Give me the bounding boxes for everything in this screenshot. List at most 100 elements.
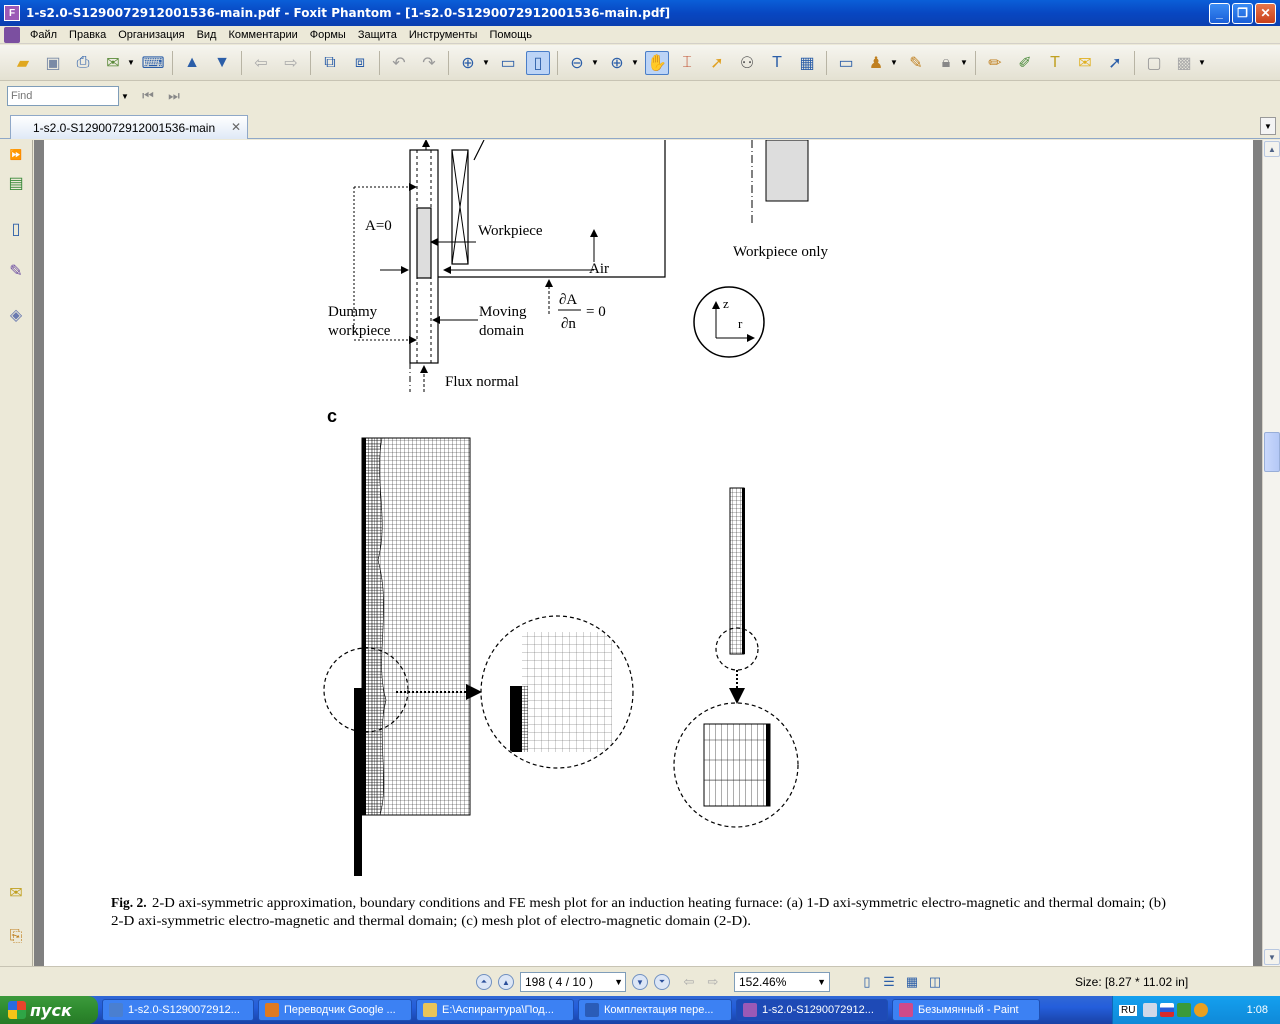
binoculars-icon[interactable]: ⚇	[735, 51, 759, 75]
zoom-in-dropdown-icon[interactable]: ▼	[630, 51, 640, 75]
hand-tool-icon[interactable]: ✋	[645, 50, 669, 75]
page-dropdown-icon[interactable]: ▼	[614, 977, 623, 987]
undo-icon[interactable]: ↶	[387, 51, 411, 75]
pointer-icon[interactable]: ➚	[705, 51, 729, 75]
back-view-icon[interactable]: ⇦	[680, 973, 698, 991]
minimize-button[interactable]: _	[1209, 2, 1230, 24]
tab-close-icon[interactable]: ✕	[231, 120, 241, 134]
close-button[interactable]: ✕	[1255, 2, 1276, 24]
insert-pages-icon[interactable]: ⧈	[348, 51, 372, 75]
menu-file[interactable]: Файл	[24, 29, 63, 41]
attachments-icon[interactable]: ⎘	[5, 924, 27, 950]
forward-arrow-icon[interactable]: ⇨	[279, 51, 303, 75]
signal-icon[interactable]	[1177, 1003, 1192, 1017]
page-thumbnails-icon[interactable]: ▯	[5, 216, 27, 242]
restore-button[interactable]: ❐	[1232, 2, 1253, 24]
menu-edit[interactable]: Правка	[63, 29, 112, 41]
start-button[interactable]: пуск	[0, 996, 98, 1024]
extract-pages-icon[interactable]: ⧉	[318, 51, 342, 75]
stamp-icon[interactable]: ♟	[864, 51, 888, 75]
vertical-scrollbar[interactable]: ▲ ▼	[1262, 140, 1280, 966]
next-page-status-icon[interactable]: ▼	[632, 974, 648, 990]
pattern-dropdown-icon[interactable]: ▼	[1197, 51, 1207, 75]
previous-page-status-icon[interactable]: ▲	[498, 974, 514, 990]
expand-pane-icon[interactable]: ⏩	[5, 142, 27, 168]
zoom-tool-dropdown-icon[interactable]: ▼	[481, 51, 491, 75]
continuous-view-icon[interactable]: ☰	[880, 973, 898, 991]
menu-protect[interactable]: Защита	[352, 29, 403, 41]
text-box-icon[interactable]: T	[1043, 51, 1067, 75]
russian-flag-icon[interactable]	[1160, 1003, 1175, 1017]
taskbar-item-active[interactable]: 1-s2.0-S1290072912...	[736, 999, 888, 1021]
next-page-icon[interactable]: ▼	[210, 51, 234, 75]
tab-list-dropdown-icon[interactable]: ▼	[1260, 117, 1276, 135]
edit-note-icon[interactable]: ✐	[1013, 51, 1037, 75]
bookmarks-icon[interactable]: ▤	[5, 170, 27, 196]
grid-pattern-icon[interactable]: ▩	[1172, 51, 1196, 75]
zoom-in-magnifier-icon[interactable]: ⊕	[456, 51, 480, 75]
document-view[interactable]: A=0 Workpiece Air Dummy workpiece Moving…	[34, 140, 1262, 966]
print-icon[interactable]: ⎙	[71, 51, 95, 75]
last-page-icon[interactable]: ⏷	[654, 974, 670, 990]
signatures-icon[interactable]: ✎	[5, 258, 27, 284]
continuous-facing-view-icon[interactable]: ◫	[926, 973, 944, 991]
taskbar-item[interactable]: Переводчик Google ...	[258, 999, 412, 1021]
fit-page-icon[interactable]: ▭	[496, 51, 520, 75]
menu-tools[interactable]: Инструменты	[403, 29, 484, 41]
find-previous-icon[interactable]: ⏮	[137, 86, 159, 106]
find-dropdown-icon[interactable]: ▼	[121, 92, 133, 101]
document-tab[interactable]: 1-s2.0-S1290072912001536-main ✕	[10, 115, 248, 139]
lock-icon[interactable]: 🔒︎	[934, 51, 958, 75]
save-icon[interactable]: ▣	[41, 51, 65, 75]
select-text-icon[interactable]: ⌶	[675, 51, 699, 75]
menu-comments[interactable]: Комментарии	[222, 29, 303, 41]
typewriter-icon[interactable]: T	[765, 51, 789, 75]
menu-organize[interactable]: Организация	[112, 29, 190, 41]
menu-view[interactable]: Вид	[191, 29, 223, 41]
lock-dropdown-icon[interactable]: ▼	[959, 51, 969, 75]
menu-forms[interactable]: Формы	[304, 29, 352, 41]
taskbar-item[interactable]: Комплектация пере...	[578, 999, 732, 1021]
find-next-icon[interactable]: ⏭	[163, 86, 185, 106]
stamp-dropdown-icon[interactable]: ▼	[889, 51, 899, 75]
taskbar-item[interactable]: 1-s2.0-S1290072912...	[102, 999, 254, 1021]
scroll-down-icon[interactable]: ▼	[1264, 949, 1280, 965]
pencil-icon[interactable]: ✏	[983, 51, 1007, 75]
taskbar-item[interactable]: Безымянный - Paint	[892, 999, 1040, 1021]
single-page-view-icon[interactable]: ▯	[858, 973, 876, 991]
open-folder-icon[interactable]: ▰	[11, 51, 35, 75]
first-page-icon[interactable]: ⏶	[476, 974, 492, 990]
zoom-in-icon[interactable]: ⊕	[605, 51, 629, 75]
previous-page-icon[interactable]: ▲	[180, 51, 204, 75]
redo-icon[interactable]: ↷	[417, 51, 441, 75]
create-pdf-icon[interactable]: ▭	[834, 51, 858, 75]
back-arrow-icon[interactable]: ⇦	[249, 51, 273, 75]
sign-icon[interactable]: ✎	[904, 51, 928, 75]
email-dropdown-icon[interactable]: ▼	[126, 51, 136, 75]
fit-width-icon[interactable]: ▯	[526, 50, 550, 75]
scan-icon[interactable]: ⌨	[141, 51, 165, 75]
network-icon[interactable]	[1143, 1003, 1158, 1017]
find-input[interactable]	[7, 86, 119, 106]
document-menu-icon[interactable]	[4, 26, 20, 43]
zoom-dropdown-icon[interactable]: ▼	[817, 977, 826, 987]
forward-view-icon[interactable]: ⇨	[704, 973, 722, 991]
page-number-field[interactable]: 198 ( 4 / 10 ) ▼	[520, 972, 626, 992]
scroll-up-icon[interactable]: ▲	[1264, 141, 1280, 157]
comment-note-icon[interactable]: ✉	[1073, 51, 1097, 75]
email-icon[interactable]: ✉	[101, 51, 125, 75]
zoom-out-icon[interactable]: ⊖	[565, 51, 589, 75]
scrollbar-thumb[interactable]	[1264, 432, 1280, 472]
blank-page-icon[interactable]: ▢	[1142, 51, 1166, 75]
comments-panel-icon[interactable]: ✉	[5, 880, 27, 906]
zoom-out-dropdown-icon[interactable]: ▼	[590, 51, 600, 75]
tray-app-icon[interactable]	[1194, 1003, 1209, 1017]
arrow-tool-icon[interactable]: ➚	[1103, 51, 1127, 75]
facing-view-icon[interactable]: ▦	[903, 973, 921, 991]
language-indicator[interactable]: RU	[1119, 1004, 1138, 1016]
snapshot-icon[interactable]: ▦	[795, 51, 819, 75]
zoom-field[interactable]: 152.46% ▼	[734, 972, 830, 992]
taskbar-item[interactable]: E:\Аспирантура\Под...	[416, 999, 574, 1021]
layers-icon[interactable]: ◈	[5, 302, 27, 328]
menu-help[interactable]: Помощь	[483, 29, 538, 41]
